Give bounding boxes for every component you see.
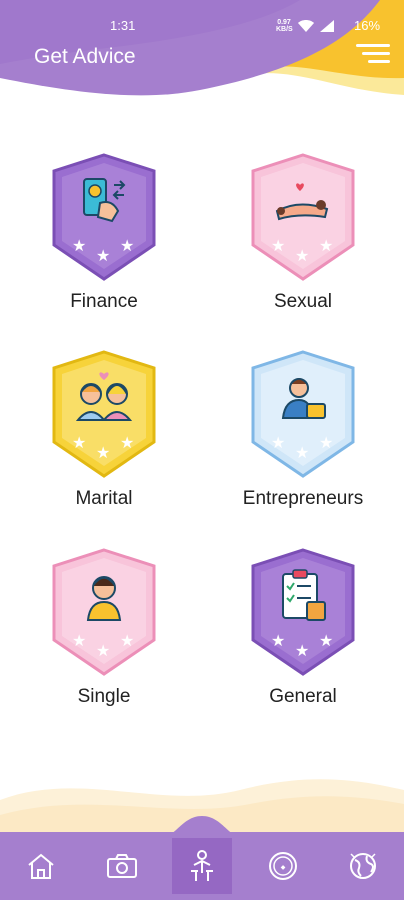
svg-text:★: ★ bbox=[120, 435, 134, 452]
category-label: General bbox=[269, 686, 337, 707]
entrepreneur-icon: ★ ★ ★ bbox=[251, 350, 355, 478]
globe-world-icon bbox=[350, 853, 376, 879]
nav-badge[interactable]: ◆ bbox=[253, 838, 313, 894]
category-label: Sexual bbox=[273, 291, 333, 312]
nav-camera[interactable] bbox=[92, 838, 152, 894]
single-person-icon: ★ ★ ★ bbox=[52, 548, 156, 676]
nav-home[interactable] bbox=[11, 838, 71, 894]
badge-icon: ◆ bbox=[269, 852, 297, 880]
svg-text:★: ★ bbox=[96, 445, 110, 462]
svg-text:★: ★ bbox=[72, 633, 86, 650]
battery-level: 16% bbox=[354, 18, 381, 33]
hamburger-menu-icon[interactable] bbox=[356, 44, 390, 66]
svg-text:★: ★ bbox=[96, 248, 110, 265]
svg-text:★: ★ bbox=[271, 435, 285, 452]
status-time: 1:31 bbox=[110, 18, 136, 33]
svg-text:★: ★ bbox=[96, 643, 110, 660]
svg-text:★: ★ bbox=[295, 445, 309, 462]
category-entrepreneurs[interactable]: ★ ★ ★ Entrepreneurs bbox=[213, 350, 393, 530]
svg-text:◆: ◆ bbox=[281, 865, 286, 871]
status-icons: 0.97 KB/S 16% bbox=[276, 18, 380, 33]
svg-text:★: ★ bbox=[271, 633, 285, 650]
page-title: Get Advice bbox=[34, 45, 136, 68]
home-icon bbox=[28, 853, 54, 879]
couple-icon: ★ ★ ★ bbox=[251, 153, 355, 281]
married-couple-icon: ★ ★ ★ bbox=[52, 350, 156, 478]
svg-text:★: ★ bbox=[319, 238, 333, 255]
svg-text:★: ★ bbox=[271, 238, 285, 255]
category-sexual[interactable]: ★ ★ ★ Sexual bbox=[213, 153, 393, 333]
advice-person-icon bbox=[191, 850, 213, 881]
category-finance[interactable]: ★ ★ ★ Finance bbox=[14, 153, 194, 333]
wifi-icon bbox=[298, 19, 314, 32]
category-label: Entrepreneurs bbox=[242, 488, 364, 509]
status-bar: 1:31 0.97 KB/S 16% bbox=[0, 18, 404, 36]
svg-text:★: ★ bbox=[295, 248, 309, 265]
svg-text:★: ★ bbox=[120, 238, 134, 255]
category-single[interactable]: ★ ★ ★ Single bbox=[14, 548, 194, 728]
svg-text:★: ★ bbox=[72, 435, 86, 452]
category-label: Finance bbox=[70, 291, 138, 312]
svg-text:★: ★ bbox=[72, 238, 86, 255]
category-label: Marital bbox=[75, 488, 133, 509]
category-general[interactable]: ★ ★ ★ General bbox=[213, 548, 393, 728]
nav-advice[interactable] bbox=[172, 838, 232, 894]
network-speed: 0.97 KB/S bbox=[276, 18, 293, 33]
category-marital[interactable]: ★ ★ ★ Marital bbox=[14, 350, 194, 530]
category-label: Single bbox=[77, 686, 131, 707]
nav-world[interactable] bbox=[333, 838, 393, 894]
finance-icon: ★ ★ ★ bbox=[52, 153, 156, 281]
signal-icon bbox=[320, 19, 334, 32]
svg-text:★: ★ bbox=[319, 435, 333, 452]
svg-text:★: ★ bbox=[295, 643, 309, 660]
svg-text:★: ★ bbox=[319, 633, 333, 650]
clipboard-checklist-icon: ★ ★ ★ bbox=[251, 548, 355, 676]
svg-text:★: ★ bbox=[120, 633, 134, 650]
app-header: 1:31 0.97 KB/S 16% Get Advice bbox=[0, 0, 404, 120]
camera-icon bbox=[107, 854, 137, 878]
